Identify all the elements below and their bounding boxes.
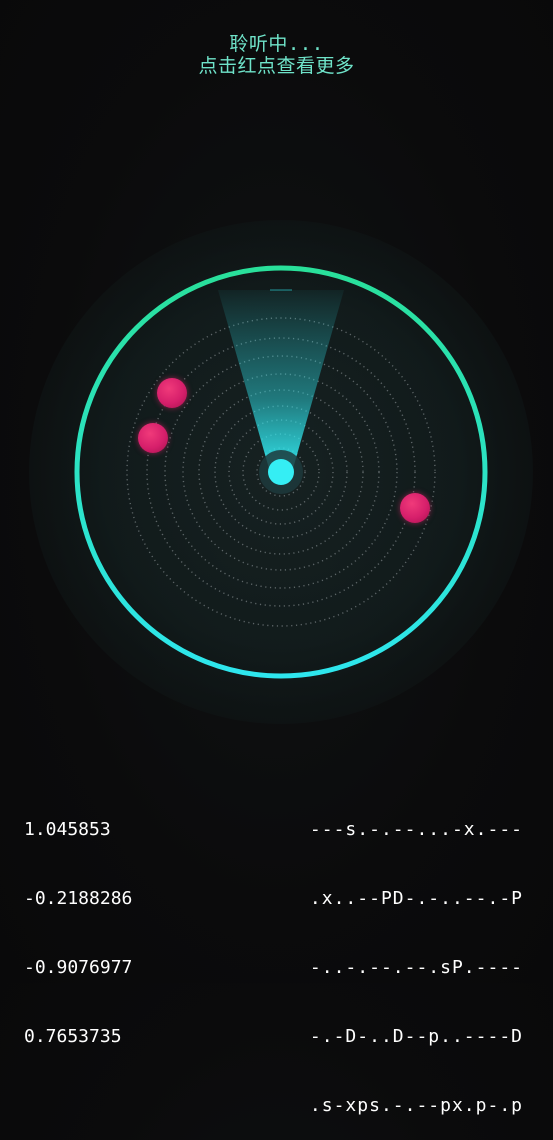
readout-value: -0.9076977: [24, 957, 133, 978]
target-dot-1[interactable]: [157, 377, 188, 408]
target-dot-2[interactable]: [137, 422, 168, 453]
readout-value: -0.2188286: [24, 888, 133, 909]
code-line: ---s.-.--...-x.---: [309, 819, 523, 840]
signal-code-readout: ---s.-.--...-x.--- .x..--PD-.-..--.-P -.…: [310, 772, 523, 1140]
radar-svg: [29, 220, 533, 724]
readout-value: 1.045853: [24, 819, 111, 840]
target-dot-3[interactable]: [399, 492, 430, 523]
code-line: .x..--PD-.-..--.-P: [309, 888, 523, 909]
sensor-readout-numbers: 1.045853 -0.2188286 -0.9076977 0.7653735: [24, 772, 132, 1071]
code-line: .s-xps.-.--px.p-.p: [309, 1095, 523, 1116]
radar-center-dot: [268, 459, 294, 485]
code-line: -.-D-..D--p..----D: [309, 1026, 523, 1047]
listening-status: 聆听中... 点击红点查看更多: [0, 33, 553, 77]
radar-view: [0, 210, 553, 750]
code-line: -..-.--.--.sP.----: [309, 957, 523, 978]
status-line-hint: 点击红点查看更多: [198, 55, 355, 77]
status-line-listening: 聆听中...: [229, 33, 324, 55]
readout-value: 0.7653735: [24, 1026, 122, 1047]
